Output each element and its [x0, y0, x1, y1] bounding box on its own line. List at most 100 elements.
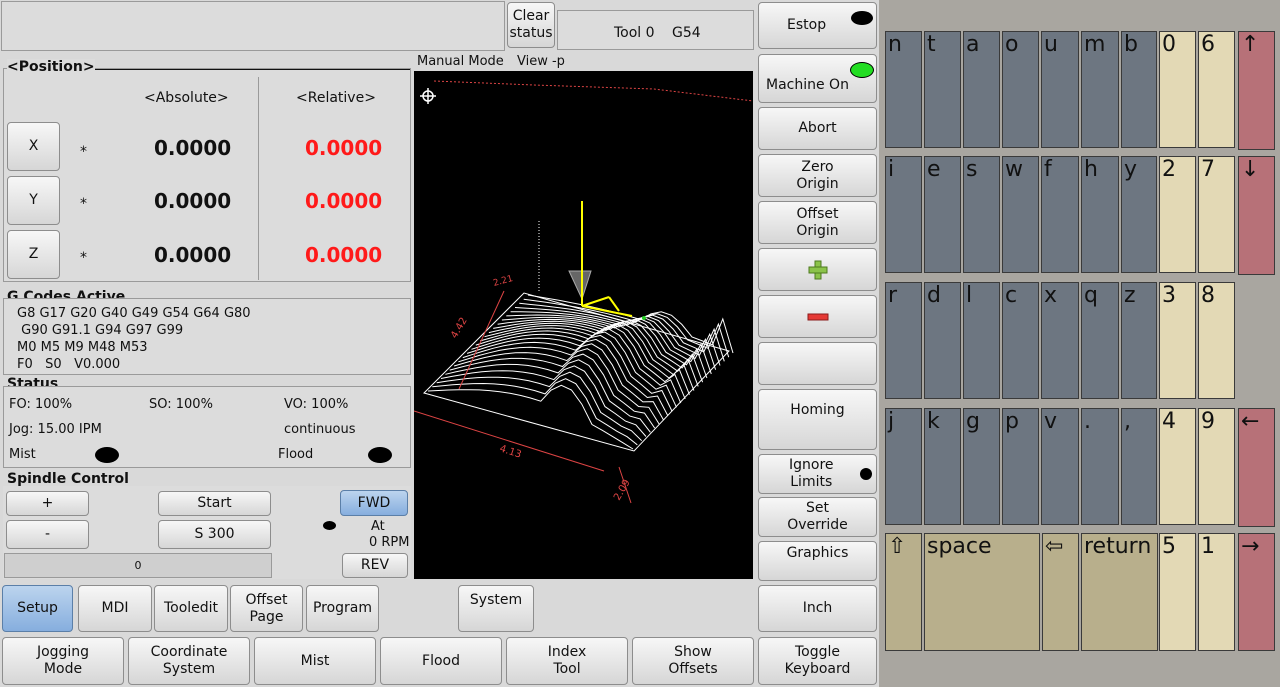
offset-origin-button[interactable]: Offset Origin — [758, 201, 877, 244]
flood-led — [368, 447, 392, 463]
key-char[interactable]: 6 — [1198, 31, 1235, 148]
tab-setup[interactable]: Setup — [2, 585, 73, 632]
blank-button[interactable] — [758, 342, 877, 385]
mist-button[interactable]: Mist — [254, 637, 376, 685]
key-char[interactable]: 3 — [1159, 282, 1196, 399]
tab-program[interactable]: Program — [306, 585, 379, 632]
axis-x-button[interactable]: X — [7, 122, 60, 171]
key-arrow[interactable]: ↑ — [1238, 31, 1275, 150]
estop-button[interactable]: Estop — [758, 2, 877, 49]
zero-origin-button[interactable]: Zero Origin — [758, 154, 877, 197]
spindle-plus-button[interactable]: + — [6, 491, 89, 516]
key-return[interactable]: return — [1081, 533, 1158, 651]
key-arrow[interactable]: ↓ — [1238, 156, 1275, 275]
key-backspace[interactable]: ⇦ — [1042, 533, 1079, 651]
axis-y-button[interactable]: Y — [7, 176, 60, 225]
axis-x-marker: * — [80, 144, 87, 160]
axis-z-relative: 0.0000 — [305, 243, 383, 267]
machine-on-label: Machine On — [766, 77, 849, 93]
tab-tooledit[interactable]: Tooledit — [154, 585, 228, 632]
increase-button[interactable] — [758, 248, 877, 291]
key-char[interactable]: , — [1121, 408, 1157, 525]
estop-label: Estop — [787, 17, 827, 33]
axis-z-marker: * — [80, 250, 87, 266]
key-char[interactable]: z — [1121, 282, 1157, 399]
key-char[interactable]: g — [963, 408, 1000, 525]
key-char[interactable]: n — [885, 31, 922, 148]
index-tool-button[interactable]: Index Tool — [506, 637, 628, 685]
toolpath-preview[interactable]: 4.13 2.09 4.42 2.21 — [414, 71, 753, 579]
key-char[interactable]: o — [1002, 31, 1039, 148]
homing-button[interactable]: Homing — [758, 389, 877, 450]
position-divider — [258, 77, 259, 280]
key-char[interactable]: t — [924, 31, 961, 148]
gcodes-line-4: F0 S0 V0.000 — [17, 357, 121, 372]
key-char[interactable]: b — [1121, 31, 1157, 148]
jogging-mode-button[interactable]: Jogging Mode — [2, 637, 124, 685]
toggle-keyboard-button[interactable]: Toggle Keyboard — [758, 637, 877, 685]
key-char[interactable]: r — [885, 282, 922, 399]
key-char[interactable]: a — [963, 31, 1000, 148]
status-message-area — [1, 1, 505, 51]
flood-button[interactable]: Flood — [380, 637, 502, 685]
gcodes-line-1: G8 G17 G20 G40 G49 G54 G64 G80 — [17, 306, 251, 321]
key-char[interactable]: 8 — [1198, 282, 1235, 399]
key-char[interactable]: m — [1081, 31, 1119, 148]
key-char[interactable]: p — [1002, 408, 1039, 525]
viewport-mode: Manual Mode — [417, 54, 504, 69]
key-shift[interactable]: ⇧ — [885, 533, 922, 651]
set-override-button[interactable]: Set Override — [758, 497, 877, 537]
abort-button[interactable]: Abort — [758, 107, 877, 150]
key-char[interactable]: 2 — [1159, 156, 1196, 273]
key-char[interactable]: v — [1041, 408, 1079, 525]
dimension-line-x — [414, 410, 605, 472]
key-char[interactable]: u — [1041, 31, 1079, 148]
graphics-button[interactable]: Graphics — [758, 541, 877, 581]
key-char[interactable]: k — [924, 408, 961, 525]
tool-label: Tool 0 — [614, 25, 655, 41]
tab-mdi[interactable]: MDI — [78, 585, 152, 632]
key-char[interactable]: 1 — [1198, 533, 1235, 651]
key-char[interactable]: f — [1041, 156, 1079, 273]
spindle-at-label: At — [371, 519, 385, 534]
clear-status-button[interactable]: Clear status — [507, 2, 555, 48]
key-char[interactable]: c — [1002, 282, 1039, 399]
key-char[interactable]: h — [1081, 156, 1119, 273]
spindle-fwd-button[interactable]: FWD — [340, 490, 408, 516]
axis-y-marker: * — [80, 196, 87, 212]
key-char[interactable]: l — [963, 282, 1000, 399]
spindle-start-button[interactable]: Start — [158, 491, 271, 516]
key-char[interactable]: i — [885, 156, 922, 273]
key-char[interactable]: 9 — [1198, 408, 1235, 525]
tab-offset-page[interactable]: Offset Page — [230, 585, 303, 632]
key-char[interactable]: 0 — [1159, 31, 1196, 148]
coordinate-system-button[interactable]: Coordinate System — [128, 637, 250, 685]
decrease-button[interactable] — [758, 295, 877, 338]
axis-z-button[interactable]: Z — [7, 230, 60, 279]
key-space[interactable]: space — [924, 533, 1040, 651]
system-button[interactable]: System — [458, 585, 534, 632]
key-char[interactable]: x — [1041, 282, 1079, 399]
key-char[interactable]: 7 — [1198, 156, 1235, 273]
jog-mode: continuous — [284, 422, 356, 437]
key-char[interactable]: 4 — [1159, 408, 1196, 525]
key-char[interactable]: 5 — [1159, 533, 1196, 651]
inch-button[interactable]: Inch — [758, 585, 877, 632]
key-arrow[interactable]: ← — [1238, 408, 1275, 527]
key-char[interactable]: y — [1121, 156, 1157, 273]
key-char[interactable]: e — [924, 156, 961, 273]
show-offsets-button[interactable]: Show Offsets — [632, 637, 754, 685]
key-char[interactable]: w — [1002, 156, 1039, 273]
ignore-limits-button[interactable]: Ignore Limits — [758, 454, 877, 494]
key-char[interactable]: . — [1081, 408, 1119, 525]
spindle-speed-button[interactable]: S 300 — [158, 520, 271, 549]
key-char[interactable]: d — [924, 282, 961, 399]
absolute-header: <Absolute> — [144, 90, 229, 106]
key-char[interactable]: q — [1081, 282, 1119, 399]
key-arrow[interactable]: → — [1238, 533, 1275, 651]
spindle-minus-button[interactable]: - — [6, 520, 89, 549]
key-char[interactable]: s — [963, 156, 1000, 273]
key-char[interactable]: j — [885, 408, 922, 525]
spindle-rev-button[interactable]: REV — [342, 553, 408, 578]
machine-on-button[interactable]: Machine On — [758, 54, 877, 103]
